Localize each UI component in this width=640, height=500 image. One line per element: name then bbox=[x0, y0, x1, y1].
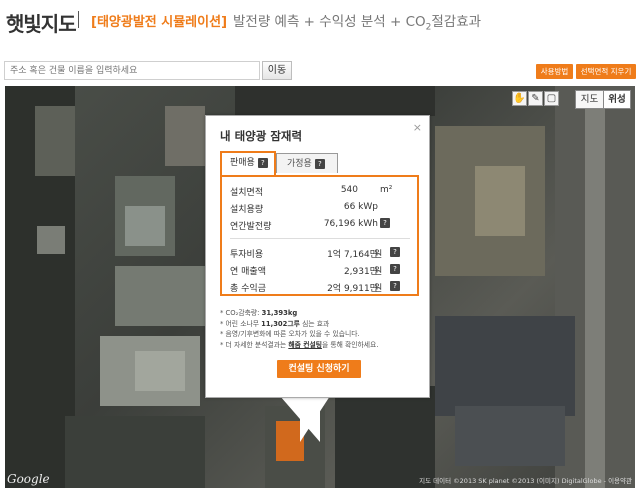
row-label: 설치용량 bbox=[230, 205, 264, 215]
row-value: 66 kWp bbox=[343, 202, 378, 212]
how-to-use-button[interactable]: 사용방법 bbox=[536, 64, 573, 79]
map-block bbox=[455, 406, 565, 466]
notes: * CO₂감축량: 31,393kg * 어린 소나무 11,302그루 심는 … bbox=[220, 308, 425, 350]
row-label: 설치면적 bbox=[230, 188, 264, 198]
row-value: 1억 7,164만 bbox=[327, 250, 378, 260]
row-unit: 원 bbox=[374, 267, 383, 277]
map-copyright[interactable]: 지도 데이터 ©2013 SK planet ©2013 (이미지) Digit… bbox=[419, 475, 632, 485]
result-box: 설치면적 540 m² 설치용량 66 kWp 연간발전량 76,196 kWh… bbox=[220, 175, 419, 296]
map-type-switch: 지도 위성 bbox=[575, 90, 631, 109]
close-icon[interactable]: × bbox=[413, 121, 422, 134]
divider bbox=[230, 238, 410, 239]
map-type-map-button[interactable]: 지도 bbox=[576, 91, 603, 108]
tree-prefix: * 어린 소나무 bbox=[220, 319, 262, 328]
map-block bbox=[235, 86, 435, 116]
co2-prefix: * CO₂감축량: bbox=[220, 309, 262, 317]
popup-tail bbox=[300, 396, 330, 442]
tree-note: * 어린 소나무 11,302그루 심는 효과 bbox=[220, 319, 425, 330]
header: 햇빛지도 [태양광발전 시뮬레이션] 발전량 예측 + 수익성 분석 + CO2… bbox=[0, 0, 640, 60]
money-row: 연 매출액 2,931만 원 ? bbox=[230, 262, 408, 278]
row-label: 투자비용 bbox=[230, 250, 264, 260]
simulation-subtitle: 발전량 예측 + 수익성 분석 + CO2절감효과 bbox=[233, 10, 481, 33]
row-value: 2,931만 bbox=[343, 267, 378, 277]
help-icon[interactable]: ? bbox=[380, 218, 390, 228]
map-block bbox=[35, 106, 75, 176]
address-search-input[interactable] bbox=[4, 61, 260, 80]
clear-selection-button[interactable]: 선택면적 지우기 bbox=[576, 64, 636, 79]
square-tool-icon[interactable]: ▢ bbox=[544, 91, 559, 106]
help-icon[interactable]: ? bbox=[314, 158, 325, 169]
simulation-title: [태양광발전 시뮬레이션] bbox=[91, 15, 228, 30]
map-tools: ✋ ✎ ▢ bbox=[512, 91, 559, 106]
row-value: 76,196 kWh bbox=[323, 219, 378, 229]
row-label: 연간발전량 bbox=[230, 222, 272, 232]
consulting-link[interactable]: 해줌 컨설팅 bbox=[288, 341, 322, 349]
hand-tool-icon[interactable]: ✋ bbox=[512, 91, 527, 106]
tab-business-label: 판매용 bbox=[230, 158, 255, 168]
money-row: 총 수익금 2억 9,911만 원 ? bbox=[230, 279, 408, 295]
draw-tool-icon[interactable]: ✎ bbox=[528, 91, 543, 106]
tree-value: 11,302그루 bbox=[261, 319, 300, 328]
tree-suffix: 심는 효과 bbox=[299, 319, 330, 328]
map-block bbox=[435, 316, 575, 416]
google-logo: Google bbox=[7, 472, 50, 486]
map-block bbox=[115, 266, 205, 326]
co2-note: * CO₂감축량: 31,393kg bbox=[220, 308, 425, 319]
map-block bbox=[135, 351, 185, 391]
tab-home-label: 가정용 bbox=[287, 159, 312, 169]
solar-potential-popup: 내 태양광 잠재력 × 판매용? 가정용? 설치면적 540 m² 설치용량 6… bbox=[205, 115, 430, 398]
result-row: 설치면적 540 m² bbox=[230, 183, 408, 199]
logo[interactable]: 햇빛지도 bbox=[6, 8, 77, 37]
result-row: 설치용량 66 kWp bbox=[230, 200, 408, 216]
row-label: 연 매출액 bbox=[230, 267, 266, 277]
row-label: 총 수익금 bbox=[230, 284, 266, 294]
go-button[interactable]: 이동 bbox=[262, 61, 292, 80]
help-icon[interactable]: ? bbox=[257, 157, 268, 168]
map-block bbox=[37, 226, 65, 254]
app-root: 햇빛지도 [태양광발전 시뮬레이션] 발전량 예측 + 수익성 분석 + CO2… bbox=[0, 0, 640, 500]
subtitle-main: 발전량 예측 + 수익성 분석 + CO bbox=[233, 14, 426, 30]
consult-note: * 더 자세한 분석결과는 해줌 컨설팅을 통해 확인하세요. bbox=[220, 340, 425, 351]
error-note: * 음영/기후변화에 따른 오차가 있을 수 있습니다. bbox=[220, 330, 360, 338]
help-icon[interactable]: ? bbox=[390, 247, 400, 257]
row-unit: 원 bbox=[374, 284, 383, 294]
map-block bbox=[165, 106, 205, 166]
row-value: 540 bbox=[340, 185, 358, 195]
map-block bbox=[335, 386, 435, 488]
result-row: 연간발전량 76,196 kWh ? bbox=[230, 217, 408, 233]
tab-home[interactable]: 가정용? bbox=[276, 153, 338, 173]
map-block bbox=[65, 416, 205, 488]
row-value: 2억 9,911만 bbox=[327, 284, 378, 294]
tab-business[interactable]: 판매용? bbox=[220, 151, 276, 175]
map-block bbox=[125, 206, 165, 246]
row-unit: m² bbox=[380, 185, 393, 195]
subtitle-tail: 절감효과 bbox=[431, 14, 482, 30]
help-icon[interactable]: ? bbox=[390, 264, 400, 274]
consult-suffix: 을 통해 확인하세요. bbox=[321, 340, 379, 349]
popup-title: 내 태양광 잠재력 bbox=[220, 129, 303, 143]
consulting-request-button[interactable]: 컨설팅 신청하기 bbox=[277, 360, 361, 378]
map-type-satellite-button[interactable]: 위성 bbox=[603, 91, 630, 108]
help-icon[interactable]: ? bbox=[390, 281, 400, 291]
co2-value: 31,393kg bbox=[261, 309, 298, 317]
title-divider bbox=[78, 11, 79, 28]
money-row: 투자비용 1억 7,164만 원 ? bbox=[230, 245, 408, 261]
map-road bbox=[585, 106, 605, 488]
map-block bbox=[475, 166, 525, 236]
row-unit: 원 bbox=[374, 250, 383, 260]
consult-prefix: * 더 자세한 분석결과는 bbox=[220, 340, 289, 349]
